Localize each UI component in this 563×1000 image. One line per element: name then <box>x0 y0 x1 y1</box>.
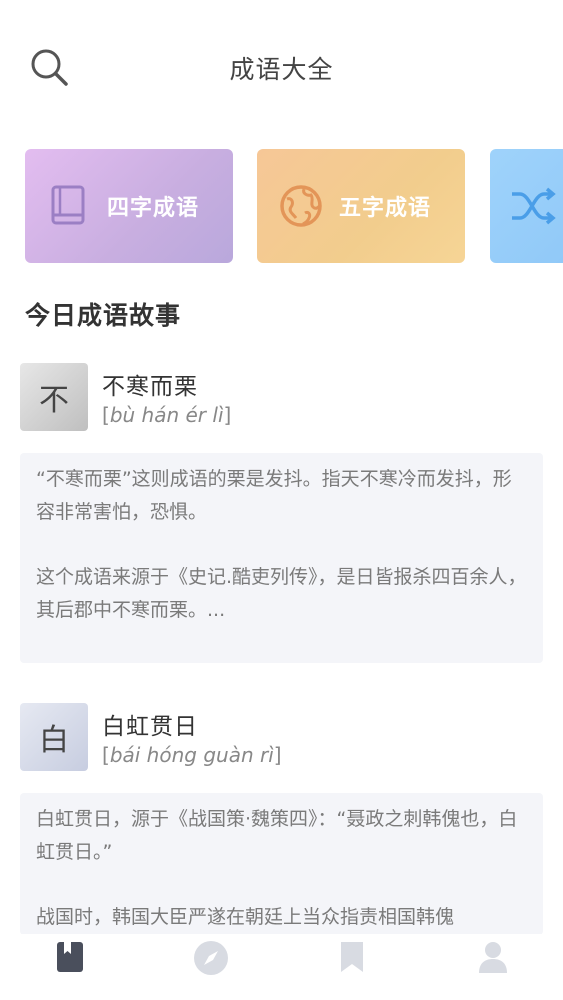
tab-discover[interactable] <box>141 934 282 1000</box>
shuffle-icon <box>510 182 558 230</box>
page-title: 成语大全 <box>229 55 334 84</box>
section-title: 今日成语故事 <box>25 301 182 330</box>
bottom-tab-bar <box>0 934 563 1000</box>
story-paragraph: 白虹贯日，源于《战国策·魏策四》：“聂政之刺韩傀也，白虹贯日。” <box>36 808 518 863</box>
category-card-four-char[interactable]: 四字成语 <box>25 149 233 263</box>
idiom-char-thumbnail: 不 <box>20 363 88 431</box>
bookmark-tab-icon[interactable] <box>338 940 366 974</box>
idiom-pinyin: [bái hóng guàn rì] <box>102 743 282 767</box>
category-carousel[interactable]: 四字成语 五字成语 <box>25 149 563 264</box>
story-paragraph: 这个成语来源于《史记.酷吏列传》，是日皆报杀四百余人，其后郡中不寒而栗。... <box>36 566 527 621</box>
story-excerpt[interactable]: 白虹贯日，源于《战国策·魏策四》：“聂政之刺韩傀也，白虹贯日。” 战国时，韩国大… <box>20 793 543 935</box>
tab-profile[interactable] <box>422 934 563 1000</box>
story-excerpt[interactable]: “不寒而栗”这则成语的栗是发抖。指天不寒冷而发抖，形容非常害怕，恐惧。 这个成语… <box>20 453 543 663</box>
globe-icon <box>277 182 325 230</box>
compass-tab-icon[interactable] <box>193 940 229 976</box>
tab-bookmarks[interactable] <box>282 934 423 1000</box>
book-icon <box>45 182 93 230</box>
user-tab-icon[interactable] <box>477 940 509 974</box>
category-card-random[interactable] <box>490 149 563 263</box>
idiom-name[interactable]: 白虹贯日 <box>102 707 198 741</box>
category-label: 四字成语 <box>107 196 200 221</box>
idiom-pinyin-text: bù hán ér lì <box>109 403 224 427</box>
category-card-five-char[interactable]: 五字成语 <box>257 149 465 263</box>
idiom-pinyin-text: bái hóng guàn rì <box>109 743 274 767</box>
story-paragraph: 战国时，韩国大臣严遂在朝廷上当众指责相国韩傀 <box>36 906 455 928</box>
idiom-name[interactable]: 不寒而栗 <box>102 367 198 401</box>
idiom-char-thumbnail: 白 <box>20 703 88 771</box>
category-label: 五字成语 <box>339 196 432 221</box>
app-header: 成语大全 <box>0 0 563 130</box>
story-paragraph: “不寒而栗”这则成语的栗是发抖。指天不寒冷而发抖，形容非常害怕，恐惧。 <box>36 468 512 523</box>
idiom-pinyin: [bù hán ér lì] <box>102 403 232 427</box>
tab-idioms[interactable] <box>0 934 141 1000</box>
book-tab-icon[interactable] <box>55 940 85 974</box>
